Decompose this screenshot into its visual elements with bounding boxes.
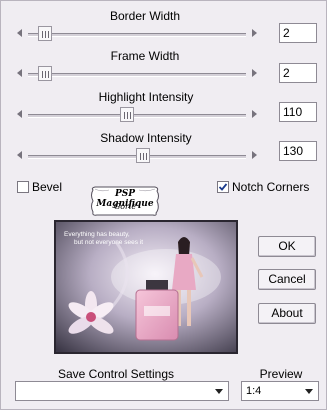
save-control-settings-select[interactable] xyxy=(15,381,229,401)
bevel-checkbox[interactable]: Bevel xyxy=(17,180,62,194)
slider-left-arrow-icon[interactable] xyxy=(17,69,22,77)
chevron-down-icon[interactable] xyxy=(215,389,223,394)
logo-text-line2: Gorie xyxy=(113,202,137,211)
notch-corners-dialog: Border Width 2 Frame Width 2 Highlight I… xyxy=(0,0,327,410)
shadow-intensity-input[interactable]: 130 xyxy=(279,141,317,161)
slider-track[interactable] xyxy=(28,73,246,77)
slider-left-arrow-icon[interactable] xyxy=(17,151,22,159)
preview-caption-line2: but not everyone sees it xyxy=(74,239,143,246)
preview-zoom-select[interactable]: 1:4 xyxy=(241,381,319,401)
frame-width-slider[interactable] xyxy=(15,66,259,81)
border-width-slider[interactable] xyxy=(15,26,259,41)
preview-caption-line1: Everything has beauty, xyxy=(64,231,130,238)
slider-track[interactable] xyxy=(28,114,246,118)
cancel-button[interactable]: Cancel xyxy=(258,269,316,290)
preview-label: Preview xyxy=(259,367,303,381)
shadow-intensity-label: Shadow Intensity xyxy=(100,131,192,145)
border-width-label: Border Width xyxy=(109,9,181,23)
slider-right-arrow-icon[interactable] xyxy=(252,151,257,159)
slider-thumb[interactable] xyxy=(38,26,52,41)
psp-magnifique-logo: PSP Magnifique Gorie xyxy=(89,184,161,218)
bevel-checkbox-box[interactable] xyxy=(17,181,29,193)
highlight-intensity-input[interactable]: 110 xyxy=(279,102,317,122)
ok-button[interactable]: OK xyxy=(258,236,316,257)
bevel-label: Bevel xyxy=(32,180,63,194)
slider-thumb[interactable] xyxy=(136,148,150,163)
slider-right-arrow-icon[interactable] xyxy=(252,29,257,37)
slider-thumb[interactable] xyxy=(38,66,52,81)
preview-zoom-value: 1:4 xyxy=(246,385,262,397)
slider-track[interactable] xyxy=(28,33,246,37)
chevron-down-icon[interactable] xyxy=(305,389,313,394)
slider-left-arrow-icon[interactable] xyxy=(17,29,22,37)
slider-right-arrow-icon[interactable] xyxy=(252,69,257,77)
shadow-intensity-slider[interactable] xyxy=(15,148,259,163)
frame-width-input[interactable]: 2 xyxy=(279,63,317,83)
about-button[interactable]: About xyxy=(258,303,316,324)
slider-right-arrow-icon[interactable] xyxy=(252,110,257,118)
notch-corners-checkbox-box[interactable] xyxy=(217,181,229,193)
preview-artwork: Everything has beauty, but not everyone … xyxy=(56,222,236,352)
highlight-intensity-slider[interactable] xyxy=(15,107,259,122)
preview-image: Everything has beauty, but not everyone … xyxy=(54,220,238,354)
highlight-intensity-label: Highlight Intensity xyxy=(98,90,194,104)
slider-thumb[interactable] xyxy=(120,107,134,122)
notch-corners-label: Notch Corners xyxy=(232,180,310,194)
frame-width-label: Frame Width xyxy=(110,49,180,63)
checkmark-icon xyxy=(218,183,228,191)
border-width-input[interactable]: 2 xyxy=(279,23,317,43)
save-control-settings-label: Save Control Settings xyxy=(57,367,175,381)
slider-left-arrow-icon[interactable] xyxy=(17,110,22,118)
notch-corners-checkbox[interactable]: Notch Corners xyxy=(217,180,309,194)
